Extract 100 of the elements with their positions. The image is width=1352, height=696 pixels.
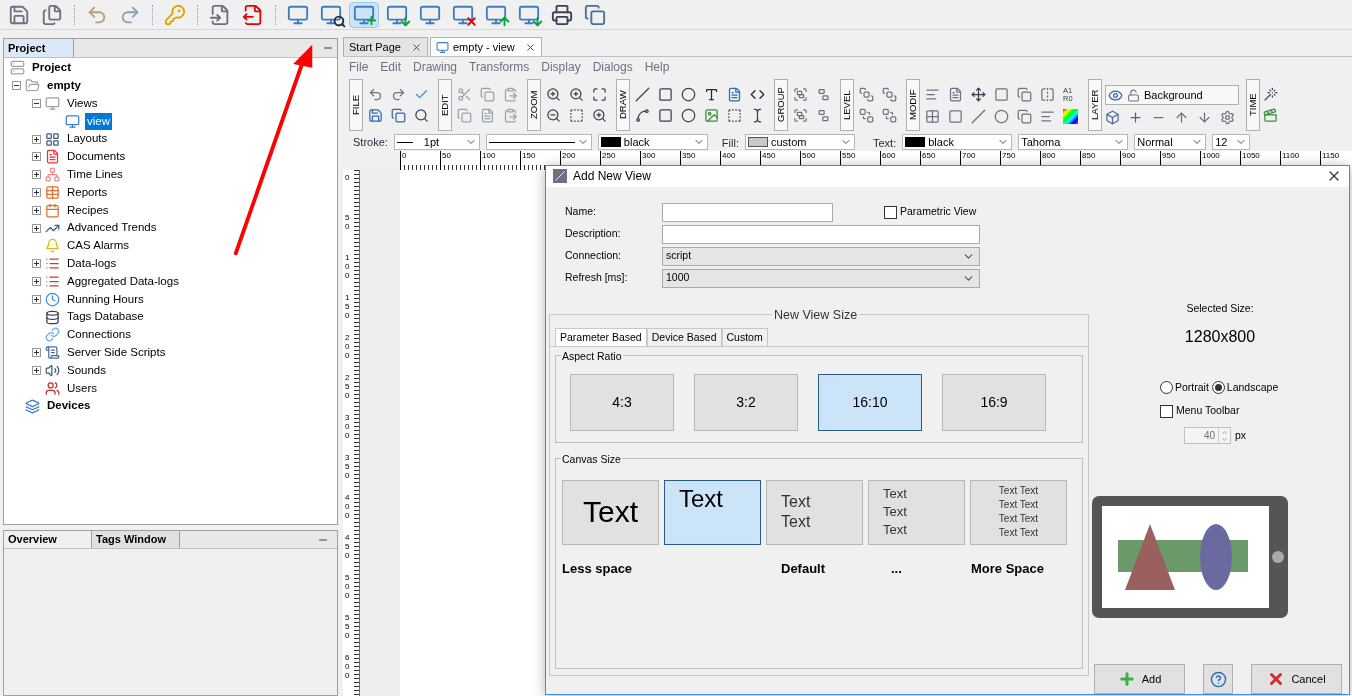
expand-icon[interactable] <box>32 223 41 233</box>
tab[interactable]: Device Based <box>646 327 722 346</box>
eye-icon[interactable] <box>1108 87 1123 103</box>
dropdown[interactable]: Tahoma <box>1018 134 1129 150</box>
toolbar-group-tab[interactable]: MODIF <box>906 79 920 131</box>
menu-item[interactable]: Dialogs <box>592 58 633 76</box>
paste-icon[interactable] <box>503 87 518 102</box>
menu-item[interactable]: Help <box>644 58 670 76</box>
tab[interactable]: Parameter Based <box>555 327 647 346</box>
grid-icon[interactable] <box>925 108 940 124</box>
dropdown[interactable]: black <box>597 134 708 150</box>
redo-icon[interactable] <box>391 87 406 102</box>
tree-item[interactable]: Recipes <box>65 201 111 219</box>
menu-item[interactable]: Drawing <box>413 58 458 76</box>
toolbar-group-tab[interactable]: LEVEL <box>840 79 854 131</box>
dropdown[interactable]: custom <box>744 134 855 150</box>
menu-item[interactable]: Transforms <box>469 58 530 76</box>
page-icon[interactable] <box>948 86 963 102</box>
aspect-option[interactable]: 4:3 <box>570 373 674 431</box>
zoom-in-icon[interactable] <box>546 87 561 102</box>
tree-item[interactable]: Documents <box>65 148 128 166</box>
code-icon[interactable] <box>750 87 765 102</box>
toolbar-group-tab[interactable]: DRAW <box>616 79 630 131</box>
input-field[interactable] <box>662 224 980 244</box>
expand-icon[interactable] <box>32 205 41 215</box>
canvas-option[interactable]: Text Text <box>766 479 863 545</box>
collapse-icon[interactable] <box>12 81 21 91</box>
tree-item[interactable]: Time Lines <box>65 166 125 184</box>
send-backward-icon[interactable] <box>882 108 897 123</box>
dropdown[interactable]: black <box>902 134 1013 150</box>
tab[interactable]: Custom <box>721 327 768 346</box>
tree-item[interactable]: empty <box>45 77 83 95</box>
cancel-button[interactable]: Cancel <box>1251 664 1342 694</box>
expand-icon[interactable] <box>32 134 41 144</box>
close-icon[interactable] <box>524 41 536 53</box>
canvas-option[interactable]: Text <box>664 479 761 545</box>
menu-item[interactable]: File <box>349 58 369 76</box>
radio-button[interactable] <box>1211 380 1225 394</box>
input-field[interactable] <box>662 202 833 222</box>
duplicate-icon[interactable] <box>457 108 472 123</box>
dropdown[interactable]: 12 <box>1212 134 1251 150</box>
tree-item[interactable]: CAS Alarms <box>65 237 131 255</box>
panel-tab[interactable]: Overview <box>4 531 92 548</box>
layer-settings-icon[interactable] <box>1220 110 1235 125</box>
expand-icon[interactable] <box>32 365 41 375</box>
toolbar-group-tab[interactable]: EDIT <box>438 79 452 131</box>
add-layer-icon[interactable] <box>1128 110 1143 125</box>
group-icon[interactable] <box>793 87 808 102</box>
editor-tab[interactable]: Start Page <box>343 37 428 56</box>
animation-icon[interactable] <box>1263 108 1278 123</box>
wand-icon[interactable] <box>1263 87 1278 102</box>
expand-icon[interactable] <box>32 276 41 286</box>
expand-icon[interactable] <box>32 348 41 358</box>
layer-field[interactable]: Background <box>1105 85 1239 105</box>
radio-button[interactable] <box>1160 380 1173 394</box>
flip-icon[interactable] <box>1040 86 1055 102</box>
checkbox[interactable] <box>884 205 897 219</box>
shape-icon[interactable] <box>994 86 1009 102</box>
add-button[interactable]: Add <box>1094 664 1185 694</box>
collapse-icon[interactable] <box>32 99 41 108</box>
expand-icon[interactable] <box>32 294 41 304</box>
line-style-dropdown[interactable] <box>485 134 592 150</box>
expand-icon[interactable] <box>32 152 41 162</box>
copy-icon[interactable] <box>480 87 495 102</box>
aspect-option[interactable]: 3:2 <box>694 373 798 431</box>
undo-icon[interactable] <box>368 87 383 102</box>
send-back-icon[interactable] <box>859 108 874 123</box>
help-button[interactable] <box>1203 664 1233 694</box>
expand-icon[interactable] <box>32 170 41 180</box>
expand-icon[interactable] <box>32 187 41 197</box>
text-icon[interactable] <box>704 87 719 102</box>
bring-forward-icon[interactable] <box>882 87 897 102</box>
dropdown[interactable]: Normal <box>1134 134 1207 150</box>
toolbar-group-tab[interactable]: GROUP <box>774 79 788 131</box>
polyline-icon[interactable] <box>635 108 650 123</box>
editor-tab[interactable]: empty - view <box>430 37 542 56</box>
canvas-option[interactable]: Text Text Text Text Text Text Text Text <box>970 479 1067 545</box>
canvas-option[interactable]: Text Text Text <box>868 479 965 545</box>
line-icon[interactable] <box>635 87 650 102</box>
aspect-option[interactable]: 16:10 <box>818 373 922 431</box>
tree-item[interactable]: Users <box>65 379 100 397</box>
distribute-icon[interactable] <box>1040 108 1055 124</box>
layer-down-icon[interactable] <box>1197 110 1212 125</box>
rectangle-icon[interactable] <box>658 87 673 102</box>
toolbar-group-tab[interactable]: LAYER <box>1088 79 1102 131</box>
layer-up-icon[interactable] <box>1174 110 1189 125</box>
bring-front-icon[interactable] <box>859 87 874 102</box>
tree-item[interactable]: Project <box>30 59 73 77</box>
color-gradient-icon[interactable] <box>1063 108 1078 124</box>
tree-item[interactable]: Reports <box>65 183 110 202</box>
align-icon[interactable] <box>925 86 940 102</box>
dropdown[interactable]: 1pt <box>393 134 480 150</box>
tree-item[interactable]: Advanced Trends <box>65 219 159 237</box>
cut-icon[interactable] <box>457 87 472 102</box>
panel-tab[interactable]: Project <box>4 39 74 57</box>
tree-item[interactable]: Server Side Scripts <box>65 344 168 362</box>
checkbox[interactable] <box>1160 404 1173 418</box>
monitor-add-icon[interactable] <box>349 1 379 28</box>
tree-item[interactable]: view <box>85 112 112 130</box>
tree-item[interactable]: Data-logs <box>65 255 119 273</box>
